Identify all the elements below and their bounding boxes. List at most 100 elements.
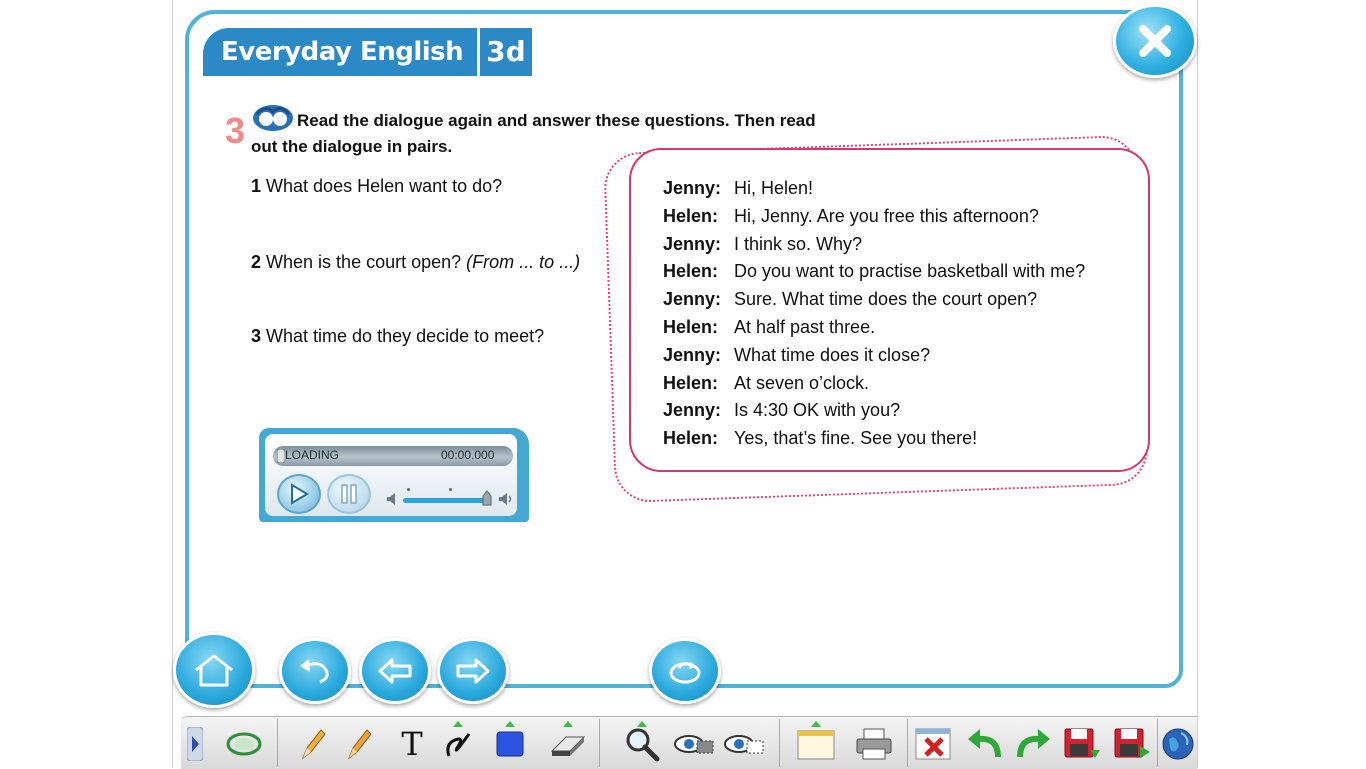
volume-tick <box>407 488 410 491</box>
question-text: What does Helen want to do? <box>266 176 503 196</box>
volume-tick <box>449 488 452 491</box>
mouse-pointer-icon <box>226 732 262 756</box>
redo-icon <box>1017 729 1050 758</box>
dialogue-line: Helen: At half past three. <box>663 317 1085 345</box>
volume-slider-handle-icon[interactable] <box>481 490 493 506</box>
dialogue-line: Helen: Hi, Jenny. Are you free this after… <box>663 206 1085 234</box>
dialogue-line: Jenny: Hi, Helen! <box>663 178 1085 206</box>
exercise-number: 3 <box>225 110 246 151</box>
screen-shade-tool[interactable] <box>723 723 765 765</box>
speech-text: At half past three. <box>734 316 876 337</box>
toolbar-separator <box>599 719 600 767</box>
previous-page-button[interactable] <box>359 638 431 704</box>
dialogue-list: Jenny: Hi, Helen! Helen: Hi, Jenny. Are yo… <box>663 178 1085 456</box>
dialogue-box: Jenny: Hi, Helen! Helen: Hi, Jenny. Are yo… <box>629 148 1150 472</box>
unit-label: 3d <box>480 28 532 76</box>
volume-high-icon[interactable] <box>497 492 515 506</box>
question-number: 2 <box>251 252 262 272</box>
submenu-indicator <box>453 721 463 727</box>
save-icon <box>1064 728 1100 758</box>
submenu-indicator <box>637 721 647 727</box>
refresh-icon <box>669 662 701 684</box>
next-page-button[interactable] <box>437 638 509 704</box>
pointer-tool[interactable] <box>223 723 265 765</box>
previous-arrow-icon <box>378 658 412 684</box>
highlighter-icon <box>347 729 372 760</box>
volume-slider[interactable] <box>403 498 491 503</box>
pencil-icon <box>301 729 326 760</box>
audio-player: LOADING 00:00.000 <box>259 428 529 522</box>
audio-player-body: LOADING 00:00.000 <box>265 434 517 516</box>
audio-status: LOADING <box>285 448 340 462</box>
speech-text: I think so. Why? <box>734 233 863 254</box>
print-button[interactable] <box>853 723 895 765</box>
volume-low-icon[interactable] <box>385 492 401 506</box>
save-button[interactable] <box>1061 723 1103 765</box>
home-button[interactable] <box>173 632 255 708</box>
reset-button[interactable] <box>649 638 721 704</box>
submenu-indicator <box>505 721 515 727</box>
zoom-tool[interactable] <box>621 721 663 765</box>
play-button[interactable] <box>277 474 321 514</box>
speech-text: Do you want to practise basketball with … <box>734 261 1086 282</box>
speaker-name: Jenny: <box>663 289 722 310</box>
zoom-icon <box>626 728 660 762</box>
text-icon: T <box>401 725 423 763</box>
question-2: 2 When is the court open? (From ... to .… <box>251 252 580 273</box>
toolbar-separator <box>779 719 780 767</box>
annotation-toolbar: T <box>181 716 1197 769</box>
app-window: Everyday English 3d 3 Read the dialogue … <box>172 0 1198 769</box>
pen-tool[interactable] <box>291 723 333 765</box>
audio-time: 00:00.000 <box>441 448 495 462</box>
save-as-icon <box>1114 728 1150 758</box>
instruction-line-1: Read the dialogue again and answer these… <box>297 111 816 130</box>
content-panel: Everyday English 3d 3 Read the dialogue … <box>185 10 1183 688</box>
eraser-tool[interactable] <box>547 721 589 765</box>
marker-tool[interactable] <box>337 723 379 765</box>
blank-page-icon <box>797 730 835 760</box>
web-button[interactable] <box>1159 723 1197 765</box>
question-number: 3 <box>251 326 262 346</box>
toolbar-separator <box>1157 719 1158 767</box>
question-3: 3 What time do they decide to meet? <box>251 326 544 347</box>
section-title: Everyday English <box>203 28 478 76</box>
progress-handle-icon[interactable] <box>277 449 285 463</box>
print-icon <box>856 728 892 760</box>
close-button[interactable] <box>1113 4 1197 78</box>
speech-text: What time does it close? <box>734 344 931 365</box>
toolbar-separator <box>907 719 908 767</box>
undo-icon <box>968 729 1001 758</box>
speaker-name: Helen: <box>663 428 719 449</box>
web-icon <box>1162 728 1194 760</box>
next-arrow-icon <box>456 658 490 684</box>
close-icon <box>1139 25 1171 57</box>
spotlight-tool[interactable] <box>673 723 715 765</box>
speaker-name: Helen: <box>663 372 719 393</box>
speech-text: Hi, Helen! <box>734 178 814 198</box>
hide-screen-icon <box>724 735 764 754</box>
toolbar-separator <box>277 719 278 767</box>
play-icon <box>291 483 309 505</box>
shape-tool[interactable] <box>489 721 531 765</box>
back-button[interactable] <box>279 638 351 704</box>
speaker-name: Jenny: <box>663 344 722 365</box>
dialogue-line: Jenny: Is 4:30 OK with you? <box>663 400 1085 428</box>
redo-button[interactable] <box>1013 723 1055 765</box>
toolbar-toggle-button[interactable] <box>181 723 209 765</box>
speech-text: At seven o’clock. <box>734 372 870 393</box>
question-text: What time do they decide to meet? <box>266 326 545 346</box>
dialogue-line: Jenny: What time does it close? <box>663 345 1085 373</box>
freehand-tool[interactable] <box>437 721 479 765</box>
spotlight-icon <box>674 735 714 754</box>
speech-text: Yes, that’s fine. See you there! <box>734 428 978 449</box>
speaker-name: Jenny: <box>663 233 722 254</box>
text-tool[interactable]: T <box>391 723 433 765</box>
pause-button[interactable] <box>327 474 371 514</box>
clear-all-button[interactable] <box>913 723 955 765</box>
dialogue-line: Helen: Yes, that’s fine. See you there! <box>663 428 1085 456</box>
pause-icon <box>341 484 357 504</box>
whiteboard-tool[interactable] <box>795 721 837 765</box>
speaker-name: Jenny: <box>663 178 722 198</box>
undo-button[interactable] <box>963 723 1005 765</box>
save-as-button[interactable] <box>1111 723 1153 765</box>
